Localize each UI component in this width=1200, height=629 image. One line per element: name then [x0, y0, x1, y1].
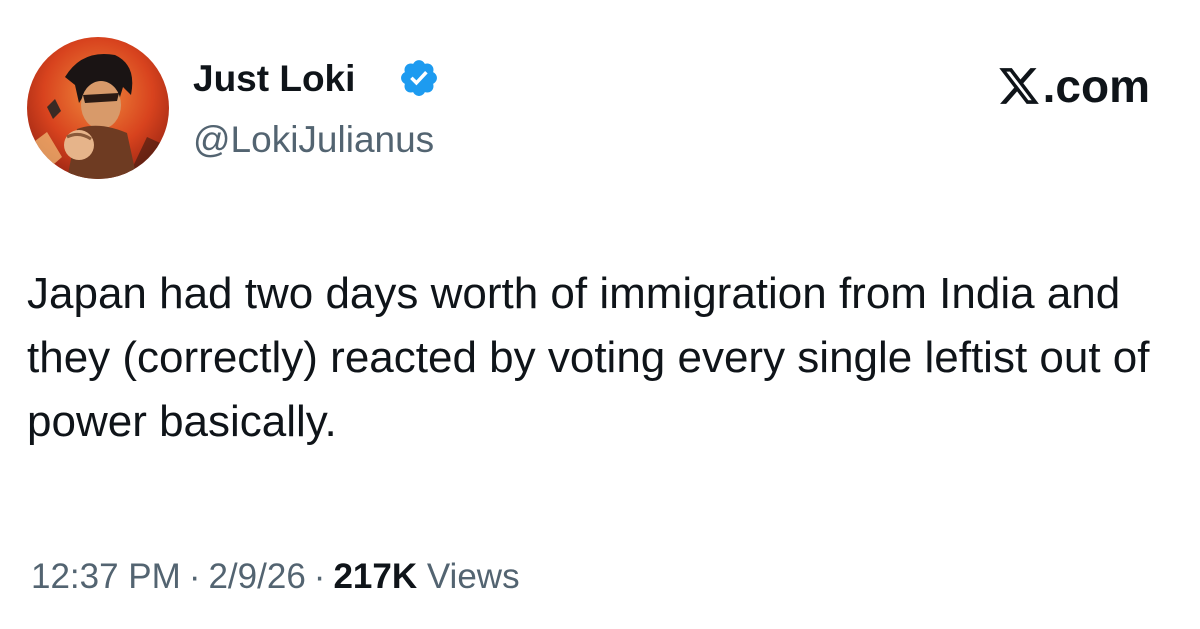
views-label: Views [426, 557, 520, 596]
tweet-date[interactable]: 2/9/26 [208, 557, 305, 596]
avatar[interactable] [27, 37, 169, 179]
verified-badge-icon [401, 60, 437, 96]
meta-separator: · [188, 557, 201, 596]
x-domain-text: .com [1042, 60, 1150, 112]
author-display-name[interactable]: Just Loki [193, 57, 355, 101]
x-com-logo[interactable]: .com [997, 60, 1150, 112]
views-count: 217K [333, 557, 418, 596]
tweet-time[interactable]: 12:37 PM [31, 557, 181, 596]
tweet-meta: 12:37 PM · 2/9/26 · 217K Views [31, 555, 520, 599]
avatar-image [27, 37, 169, 179]
author-handle[interactable]: @LokiJulianus [193, 118, 434, 162]
meta-separator: · [313, 557, 326, 596]
x-logo-icon [998, 68, 1039, 104]
tweet-text: Japan had two days worth of immigration … [27, 269, 1150, 446]
